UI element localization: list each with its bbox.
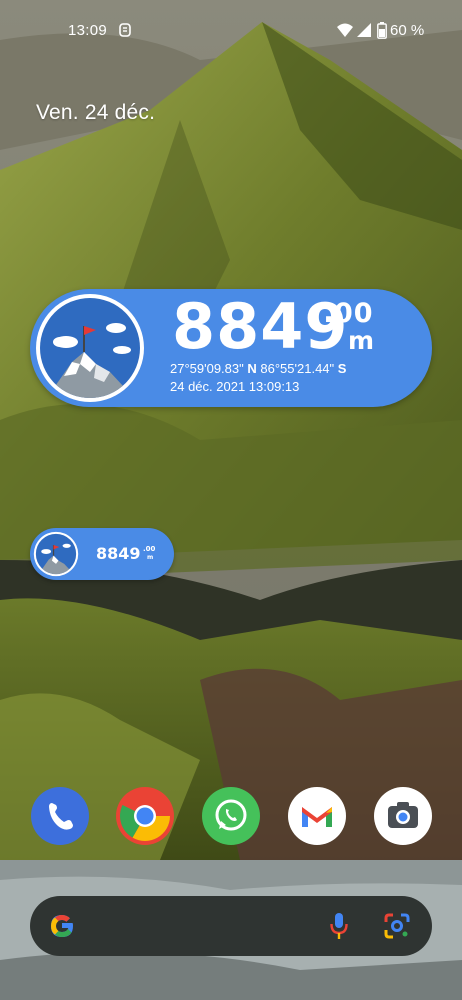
mountain-summit-flag-icon [36, 294, 144, 402]
home-date[interactable]: Ven. 24 déc. [36, 101, 155, 125]
mic-icon[interactable] [329, 912, 349, 940]
longitude-direction: S [337, 361, 347, 376]
whatsapp-icon [202, 787, 260, 845]
altitude-unit-small: m [147, 554, 154, 561]
whatsapp-app-icon[interactable] [202, 787, 260, 845]
altitude-value-small: 8849 [96, 544, 141, 563]
longitude-value: 86°55'21.44" [260, 361, 335, 376]
camera-app-icon[interactable] [374, 787, 432, 845]
altitude-decimals: 00 [334, 298, 374, 329]
google-search-bar[interactable] [30, 896, 432, 956]
status-bar: 13:09 60 % [0, 0, 462, 62]
gmail-app-icon[interactable] [288, 787, 346, 845]
phone-icon [31, 787, 89, 845]
app-notification-icon [119, 23, 131, 37]
battery-percent: 60 % [390, 22, 425, 39]
latitude-value: 27°59'09.83" [170, 361, 244, 376]
wallpaper-mountain-landscape [0, 0, 462, 1000]
altitude-widget-small[interactable]: 8849 .00 m [30, 528, 174, 580]
lens-icon[interactable] [384, 913, 410, 939]
phone-app-icon[interactable] [31, 787, 89, 845]
altitude-unit: m [348, 326, 375, 355]
altitude-decimal-separator: . [323, 295, 335, 330]
google-g-icon [51, 915, 73, 937]
latitude-direction: N [247, 361, 257, 376]
camera-icon [374, 787, 432, 845]
altitude-decimals-small: .00 [143, 545, 156, 553]
cell-signal-icon [357, 23, 371, 37]
status-time: 13:09 [68, 22, 108, 39]
gps-coordinates: 27°59'09.83" N 86°55'21.44" S [170, 361, 346, 376]
chrome-app-icon[interactable] [116, 787, 174, 845]
reading-datetime: 24 déc. 2021 13:09:13 [170, 379, 300, 394]
altitude-widget-large[interactable]: 8849 . 00 m 27°59'09.83" N 86°55'21.44" … [30, 289, 432, 407]
wifi-icon [337, 23, 353, 37]
battery-icon [377, 22, 387, 39]
chrome-icon [116, 787, 174, 845]
gmail-icon [288, 787, 346, 845]
mountain-summit-flag-icon [33, 531, 79, 577]
